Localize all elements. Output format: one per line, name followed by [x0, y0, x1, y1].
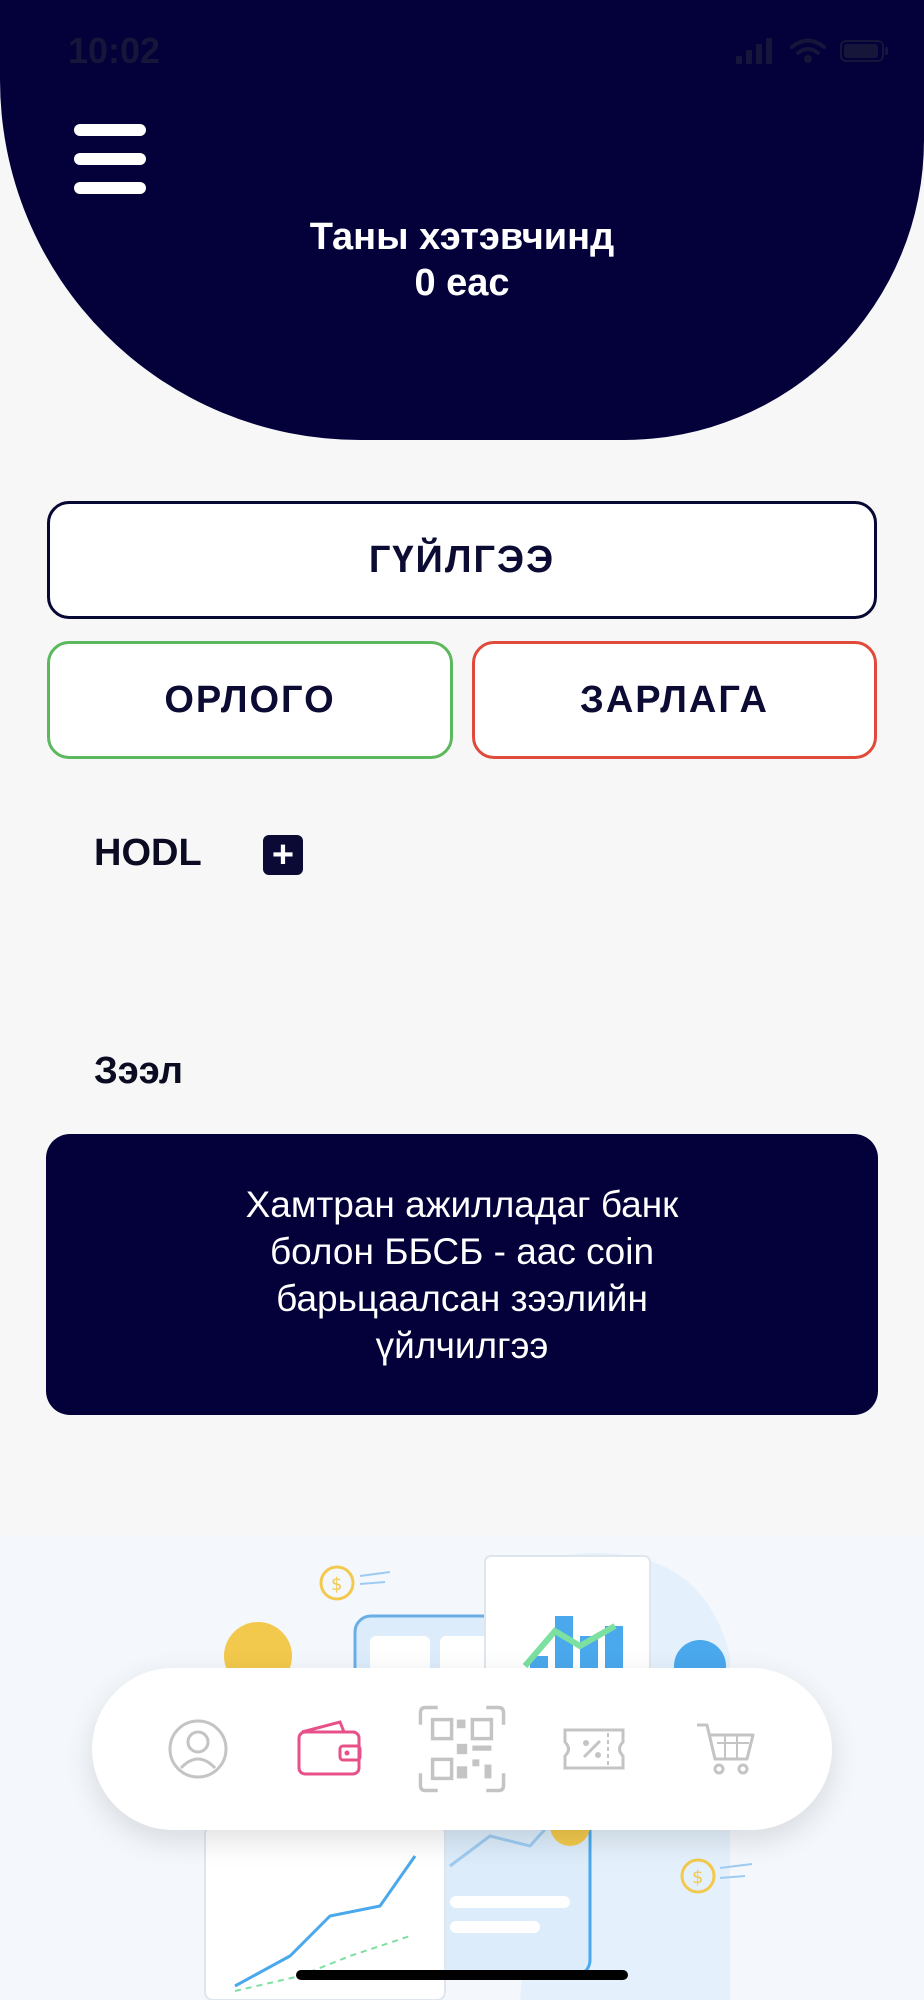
svg-text:$: $ [331, 1574, 342, 1595]
svg-text:$: $ [692, 1867, 703, 1888]
cart-icon [697, 1723, 755, 1775]
bottom-nav [92, 1668, 832, 1830]
qr-code-icon [418, 1705, 506, 1793]
expense-button[interactable]: ЗАРЛАГА [472, 641, 877, 759]
wallet-icon [297, 1720, 362, 1776]
home-indicator[interactable] [296, 1970, 628, 1980]
loan-card[interactable]: Хамтран ажилладаг банк болон ББСБ - аас … [46, 1134, 878, 1415]
wifi-icon [790, 38, 826, 63]
wallet-balance: 0 eac [414, 262, 510, 304]
hamburger-menu-icon[interactable] [74, 124, 146, 194]
loan-card-text: Хамтран ажилладаг банк болон ББСБ - аас … [245, 1183, 679, 1366]
status-time: 10:02 [68, 30, 161, 71]
status-icons [736, 38, 890, 64]
battery-icon [840, 40, 888, 62]
profile-icon [168, 1719, 228, 1779]
loan-title: Зээл [94, 1050, 183, 1092]
transaction-button[interactable]: ГҮЙЛГЭЭ [47, 501, 877, 619]
signal-icon [736, 38, 772, 64]
nav-qr[interactable] [417, 1704, 507, 1794]
coupon-icon [563, 1728, 625, 1770]
nav-cart[interactable] [681, 1704, 771, 1794]
hodl-title: HODL [94, 832, 202, 874]
plus-icon[interactable]: + [263, 835, 303, 875]
nav-coupon[interactable] [549, 1704, 639, 1794]
nav-wallet[interactable] [285, 1704, 375, 1794]
wallet-label: Таны хэтэвчинд [309, 216, 615, 258]
nav-profile[interactable] [153, 1704, 243, 1794]
income-button[interactable]: ОРЛОГО [47, 641, 453, 759]
